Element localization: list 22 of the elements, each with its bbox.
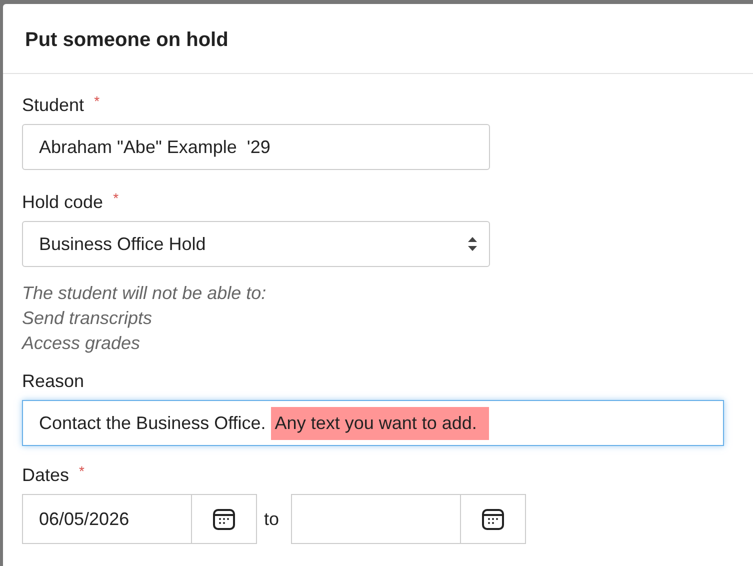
required-asterisk: *: [79, 464, 84, 478]
calendar-button[interactable]: [460, 494, 526, 544]
student-field[interactable]: Abraham "Abe" Example '29: [22, 124, 490, 170]
to-label: to: [264, 508, 280, 530]
hold-code-select[interactable]: Business Office Hold: [22, 221, 490, 267]
dialog-title: Put someone on hold: [25, 29, 230, 52]
field-label: Student: [22, 94, 84, 116]
field-label: Reason: [22, 370, 84, 392]
field-label: Dates: [22, 464, 70, 486]
calendar-icon: [212, 507, 236, 531]
field-label: Hold code: [22, 191, 104, 213]
sort-icon: [468, 237, 477, 251]
required-asterisk: *: [94, 94, 100, 108]
calendar-button[interactable]: [191, 494, 257, 544]
reason-field[interactable]: Contact the Business Office. Any text you want to add.: [22, 400, 724, 446]
start-date-field[interactable]: 06/05/2026: [22, 494, 191, 544]
required-asterisk: *: [113, 191, 119, 205]
calendar-icon: [481, 507, 506, 531]
hold-note: Send transcripts: [22, 307, 154, 330]
hold-note: Access grades: [22, 332, 142, 355]
hold-note: The student will not be able to:: [22, 282, 268, 305]
end-date-field[interactable]: [291, 494, 460, 544]
